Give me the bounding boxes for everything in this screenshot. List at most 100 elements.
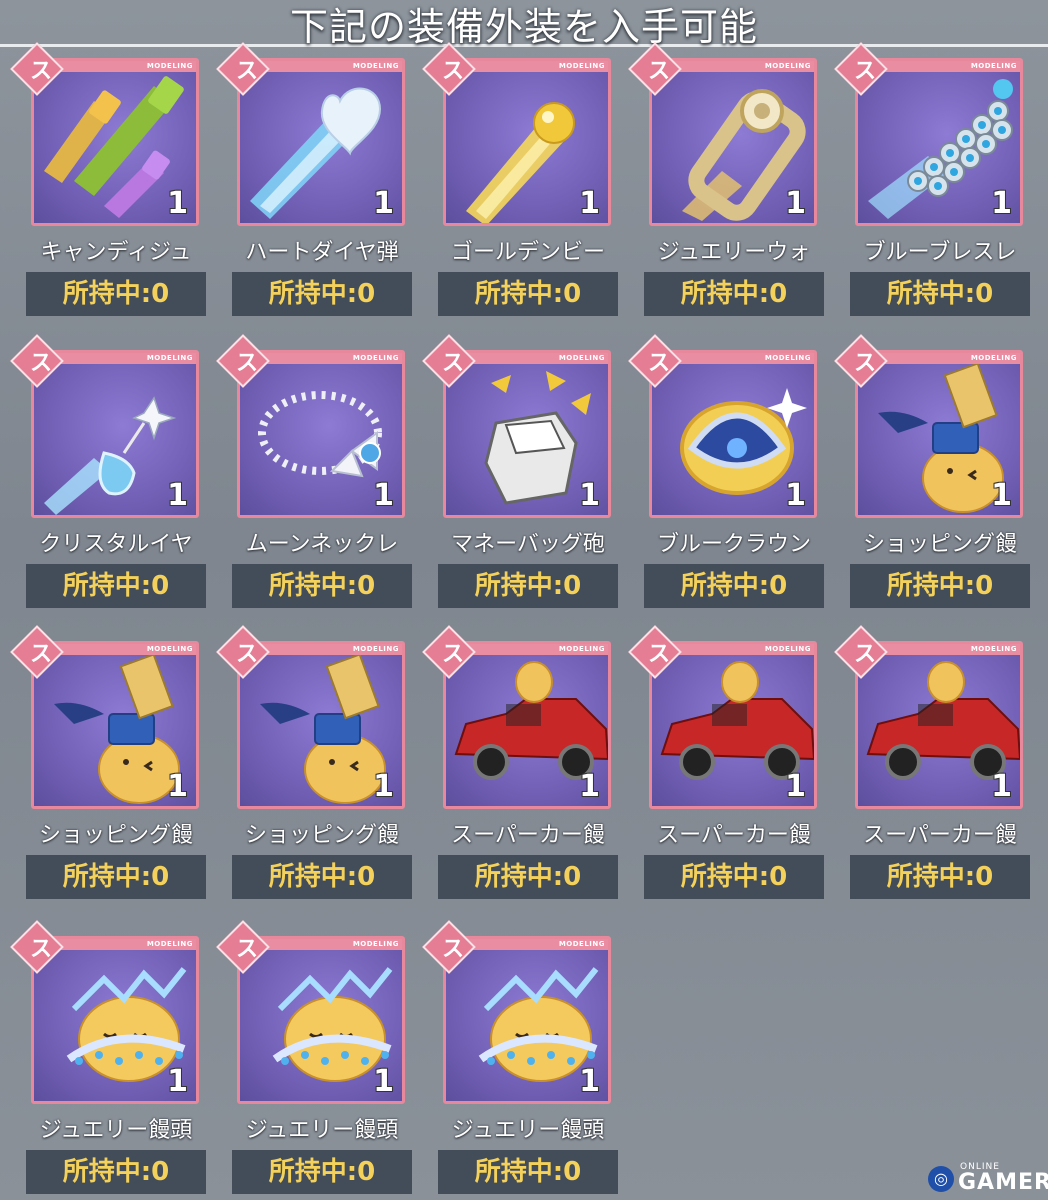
- item-name: ショッピング饅: [862, 532, 1017, 557]
- item-count: 1: [373, 478, 394, 513]
- item-slot[interactable]: MODELING 1 ス ハートダイヤ弾 所持中:0: [216, 42, 412, 318]
- item-count: 1: [785, 769, 806, 804]
- rank-glyph: ス: [441, 937, 464, 962]
- item-name: クリスタルイヤ: [39, 532, 193, 557]
- item-name: ジュエリー饅頭: [451, 1118, 605, 1143]
- item-card[interactable]: MODELING 1: [31, 641, 199, 809]
- modeling-badge: MODELING: [352, 354, 399, 362]
- item-card[interactable]: MODELING 1: [855, 350, 1023, 518]
- item-count: 1: [373, 769, 394, 804]
- item-card[interactable]: MODELING 1: [649, 58, 817, 226]
- modeling-badge: MODELING: [558, 354, 605, 362]
- rank-glyph: ス: [29, 642, 52, 667]
- item-name: ブルークラウン: [656, 532, 811, 557]
- item-name: ジュエリー饅頭: [245, 1118, 399, 1143]
- item-name: ショッピング饅: [38, 823, 193, 848]
- item-slot[interactable]: MODELING 1 ス スーパーカー饅 所持中:0: [628, 625, 824, 901]
- item-name: ムーンネックレ: [245, 532, 399, 557]
- modeling-badge: MODELING: [146, 62, 193, 70]
- owned-count-label: 所持中:0: [644, 272, 824, 316]
- item-grid: MODELING 1 ス キャンディジュ 所持中:0 MODELING 1 ス …: [0, 0, 1048, 1200]
- watermark-logo: ◎ ONLINE GAMER: [928, 1162, 1048, 1196]
- rank-glyph: ス: [853, 59, 876, 84]
- item-card[interactable]: MODELING 1: [237, 641, 405, 809]
- owned-count-label: 所持中:0: [850, 272, 1030, 316]
- rank-glyph: ス: [647, 59, 670, 84]
- item-card[interactable]: MODELING 1: [237, 350, 405, 518]
- item-count: 1: [579, 769, 600, 804]
- item-slot[interactable]: MODELING 1 ス クリスタルイヤ 所持中:0: [10, 334, 206, 610]
- modeling-badge: MODELING: [146, 354, 193, 362]
- item-slot[interactable]: MODELING 1 ス ジュエリー饅頭 所持中:0: [422, 920, 618, 1196]
- item-slot[interactable]: MODELING 1 ス ショッピング饅 所持中:0: [834, 334, 1030, 610]
- item-count: 1: [991, 186, 1012, 221]
- owned-count-label: 所持中:0: [438, 272, 618, 316]
- item-card[interactable]: MODELING 1: [443, 58, 611, 226]
- item-count: 1: [167, 478, 188, 513]
- item-card[interactable]: MODELING 1: [31, 936, 199, 1104]
- item-slot[interactable]: MODELING 1 ス スーパーカー饅 所持中:0: [422, 625, 618, 901]
- modeling-badge: MODELING: [146, 645, 193, 653]
- item-name: スーパーカー饅: [863, 823, 1017, 848]
- modeling-badge: MODELING: [764, 354, 811, 362]
- item-count: 1: [373, 1064, 394, 1099]
- rank-glyph: ス: [853, 642, 876, 667]
- rank-glyph: ス: [853, 351, 876, 376]
- item-slot[interactable]: MODELING 1 ス スーパーカー饅 所持中:0: [834, 625, 1030, 901]
- item-slot[interactable]: MODELING 1 ス ショッピング饅 所持中:0: [10, 625, 206, 901]
- item-card[interactable]: MODELING 1: [649, 350, 817, 518]
- owned-count-label: 所持中:0: [850, 855, 1030, 899]
- item-card[interactable]: MODELING 1: [237, 936, 405, 1104]
- item-slot[interactable]: MODELING 1 ス キャンディジュ 所持中:0: [10, 42, 206, 318]
- item-card[interactable]: MODELING 1: [443, 641, 611, 809]
- owned-count-label: 所持中:0: [232, 1150, 412, 1194]
- item-card[interactable]: MODELING 1: [31, 58, 199, 226]
- item-slot[interactable]: MODELING 1 ス ブルーブレスレ 所持中:0: [834, 42, 1030, 318]
- item-name: ジュエリー饅頭: [39, 1118, 193, 1143]
- item-slot[interactable]: MODELING 1 ス ジュエリーウォ 所持中:0: [628, 42, 824, 318]
- rank-glyph: ス: [441, 642, 464, 667]
- item-card[interactable]: MODELING 1: [443, 350, 611, 518]
- modeling-badge: MODELING: [764, 62, 811, 70]
- owned-count-label: 所持中:0: [26, 564, 206, 608]
- rank-glyph: ス: [235, 59, 258, 84]
- item-slot[interactable]: MODELING 1 ス ブルークラウン 所持中:0: [628, 334, 824, 610]
- item-slot[interactable]: MODELING 1 ス ジュエリー饅頭 所持中:0: [216, 920, 412, 1196]
- rank-glyph: ス: [29, 59, 52, 84]
- item-slot[interactable]: MODELING 1 ス マネーバッグ砲 所持中:0: [422, 334, 618, 610]
- watermark-big-text: GAMER: [958, 1170, 1048, 1195]
- item-name: キャンディジュ: [40, 240, 192, 265]
- owned-count-label: 所持中:0: [850, 564, 1030, 608]
- owned-count-label: 所持中:0: [26, 1150, 206, 1194]
- modeling-badge: MODELING: [352, 645, 399, 653]
- rank-glyph: ス: [29, 351, 52, 376]
- item-card[interactable]: MODELING 1: [855, 641, 1023, 809]
- item-name: ジュエリーウォ: [657, 240, 811, 265]
- owned-count-label: 所持中:0: [232, 855, 412, 899]
- item-count: 1: [579, 186, 600, 221]
- item-slot[interactable]: MODELING 1 ス ゴールデンビー 所持中:0: [422, 42, 618, 318]
- rank-glyph: ス: [29, 937, 52, 962]
- item-slot[interactable]: MODELING 1 ス ショッピング饅 所持中:0: [216, 625, 412, 901]
- item-card[interactable]: MODELING 1: [237, 58, 405, 226]
- item-count: 1: [167, 186, 188, 221]
- item-card[interactable]: MODELING 1: [649, 641, 817, 809]
- modeling-badge: MODELING: [970, 354, 1017, 362]
- rank-glyph: ス: [647, 351, 670, 376]
- modeling-badge: MODELING: [146, 940, 193, 948]
- item-card[interactable]: MODELING 1: [855, 58, 1023, 226]
- item-count: 1: [991, 478, 1012, 513]
- modeling-badge: MODELING: [970, 62, 1017, 70]
- owned-count-label: 所持中:0: [26, 272, 206, 316]
- item-slot[interactable]: MODELING 1 ス ジュエリー饅頭 所持中:0: [10, 920, 206, 1196]
- item-count: 1: [991, 769, 1012, 804]
- owned-count-label: 所持中:0: [644, 564, 824, 608]
- rank-glyph: ス: [441, 59, 464, 84]
- item-card[interactable]: MODELING 1: [31, 350, 199, 518]
- item-name: マネーバッグ砲: [451, 532, 605, 557]
- modeling-badge: MODELING: [558, 62, 605, 70]
- item-card[interactable]: MODELING 1: [443, 936, 611, 1104]
- owned-count-label: 所持中:0: [438, 564, 618, 608]
- item-slot[interactable]: MODELING 1 ス ムーンネックレ 所持中:0: [216, 334, 412, 610]
- item-count: 1: [785, 186, 806, 221]
